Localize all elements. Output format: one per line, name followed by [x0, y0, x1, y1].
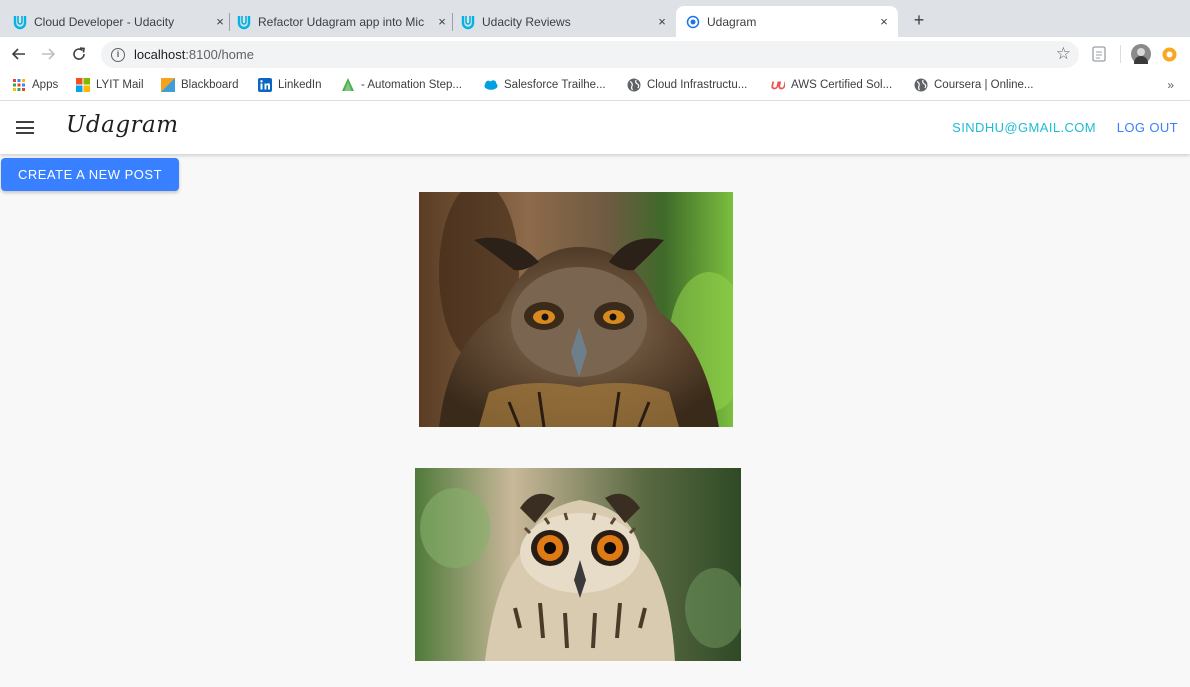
close-icon[interactable]: ×: [212, 14, 228, 29]
browser-tab[interactable]: Cloud Developer - Udacity ×: [12, 6, 228, 37]
salesforce-icon: [484, 78, 498, 92]
globe-icon: [627, 78, 641, 92]
close-icon[interactable]: ×: [434, 14, 450, 29]
bookmark-aws-certified[interactable]: AWS Certified Sol...: [771, 78, 892, 92]
udacity-icon: [236, 14, 252, 30]
bookmark-cloud-infrastructure[interactable]: Cloud Infrastructu...: [627, 78, 747, 92]
apps-grid-icon: [12, 78, 26, 92]
globe-icon: [914, 78, 928, 92]
browser-tab[interactable]: Udacity Reviews ×: [460, 6, 670, 37]
browser-toolbar: i localhost:8100/home ☆: [0, 37, 1190, 70]
tab-separator: [452, 13, 453, 31]
app-header: Udagram SINDHU@GMAIL.COM LOG OUT: [0, 101, 1190, 154]
tab-title: Cloud Developer - Udacity: [34, 14, 175, 29]
tab-title: Udacity Reviews: [482, 14, 571, 29]
browser-tab-strip: Cloud Developer - Udacity × Refactor Uda…: [0, 0, 1190, 37]
udacity-icon: [460, 14, 476, 30]
reader-mode-icon[interactable]: [1092, 46, 1106, 67]
bookmark-label: Apps: [32, 79, 59, 91]
bookmark-salesforce[interactable]: Salesforce Trailhe...: [484, 78, 606, 92]
udacity-icon: [12, 14, 28, 30]
owl-photo-1: [419, 192, 733, 427]
bookmark-linkedin[interactable]: LinkedIn: [258, 78, 321, 92]
bookmark-label: LinkedIn: [278, 79, 322, 91]
user-email-link[interactable]: SINDHU@GMAIL.COM: [952, 120, 1096, 135]
create-post-button[interactable]: CREATE A NEW POST: [1, 158, 179, 191]
star-icon[interactable]: ☆: [1056, 44, 1071, 64]
bookmark-label: LYIT Mail: [96, 79, 144, 91]
feed-content: CREATE A NEW POST: [0, 154, 1190, 687]
automation-icon: [341, 78, 355, 92]
profile-avatar[interactable]: [1131, 44, 1151, 70]
udemy-icon: [771, 78, 785, 92]
bookmark-label: Salesforce Trailhe...: [504, 79, 606, 91]
browser-tab-active[interactable]: Udagram ×: [676, 6, 898, 37]
logout-button[interactable]: LOG OUT: [1117, 120, 1178, 135]
tab-separator: [229, 13, 230, 31]
app-brand: Udagram: [66, 112, 179, 138]
new-tab-button[interactable]: +: [909, 10, 929, 30]
bookmark-coursera[interactable]: Coursera | Online...: [914, 78, 1034, 92]
back-arrow-icon[interactable]: [8, 43, 30, 65]
chrome-loading-icon: [685, 14, 701, 30]
extension-icon[interactable]: [1162, 47, 1177, 67]
more-bookmarks-button[interactable]: »: [1167, 78, 1174, 92]
bookmark-label: - Automation Step...: [361, 79, 463, 91]
menu-icon[interactable]: [16, 121, 34, 134]
microsoft-icon: [76, 78, 90, 92]
blackboard-icon: [161, 78, 175, 92]
bookmark-label: Coursera | Online...: [934, 79, 1034, 91]
browser-tab[interactable]: Refactor Udagram app into Mic ×: [236, 6, 450, 37]
bookmarks-bar: Apps LYIT Mail Blackboard LinkedIn - Aut…: [0, 70, 1190, 101]
close-icon[interactable]: ×: [654, 14, 670, 29]
bookmark-label: AWS Certified Sol...: [791, 79, 893, 91]
bookmark-lyit-mail[interactable]: LYIT Mail: [76, 78, 144, 92]
url-path: :8100/home: [185, 47, 254, 62]
reload-icon[interactable]: [68, 43, 90, 65]
toolbar-divider: [1120, 45, 1121, 63]
forward-arrow-icon[interactable]: [37, 43, 59, 65]
bookmark-label: Blackboard: [181, 79, 239, 91]
info-icon[interactable]: i: [111, 47, 125, 62]
bookmark-apps[interactable]: Apps: [12, 78, 58, 92]
tab-title: Udagram: [707, 14, 757, 29]
tab-title: Refactor Udagram app into Mic: [258, 14, 425, 29]
address-bar[interactable]: i localhost:8100/home ☆: [101, 41, 1079, 68]
linkedin-icon: [258, 78, 272, 92]
url-text: localhost:8100/home: [134, 47, 254, 62]
bookmark-automation[interactable]: - Automation Step...: [341, 78, 462, 92]
close-icon[interactable]: ×: [876, 14, 892, 29]
bookmark-label: Cloud Infrastructu...: [647, 79, 748, 91]
owl-photo-2: [415, 468, 741, 661]
bookmark-blackboard[interactable]: Blackboard: [161, 78, 239, 92]
url-host: localhost: [134, 47, 186, 62]
